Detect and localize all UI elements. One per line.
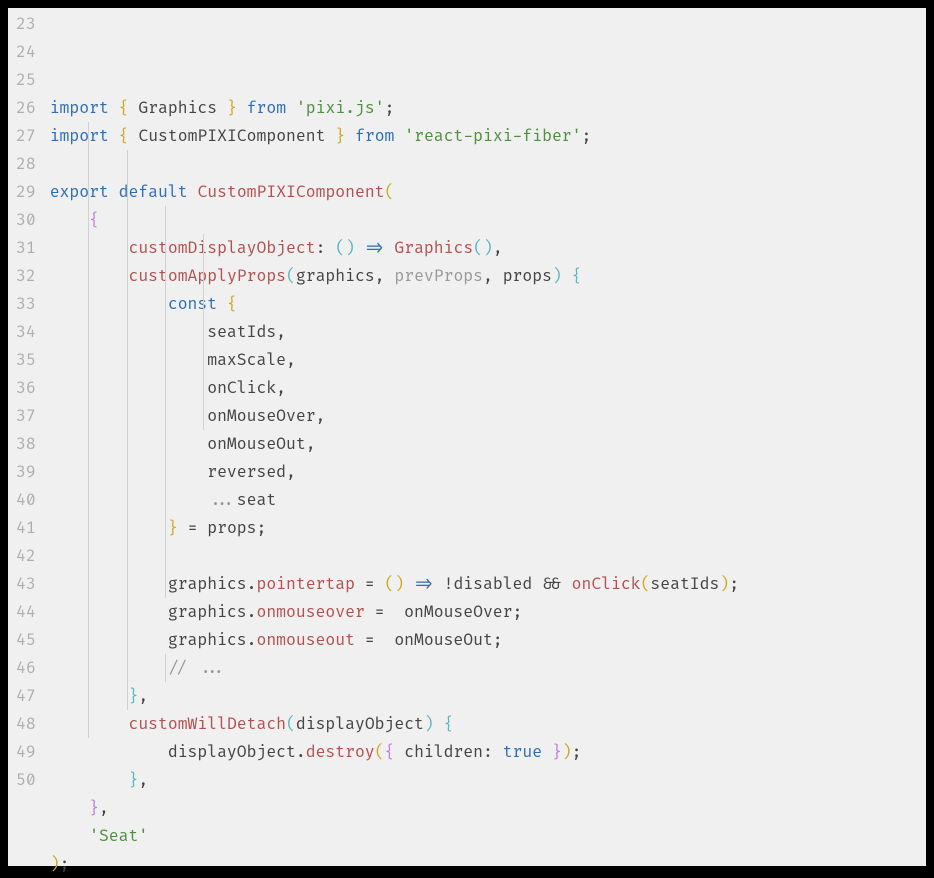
line-number: 38 [16, 430, 36, 458]
line-number: 48 [16, 710, 36, 738]
code-line[interactable]: graphics.onmouseover = onMouseOver; [50, 598, 926, 626]
code-line[interactable]: const { [50, 290, 926, 318]
line-number: 32 [16, 262, 36, 290]
code-line[interactable] [50, 542, 926, 570]
line-number: 50 [16, 766, 36, 794]
line-number: 37 [16, 402, 36, 430]
line-number: 42 [16, 542, 36, 570]
code-line[interactable]: import { CustomPIXIComponent } from 'rea… [50, 122, 926, 150]
code-line[interactable]: }, [50, 794, 926, 822]
line-number: 40 [16, 486, 36, 514]
code-line[interactable]: reversed, [50, 458, 926, 486]
code-line[interactable]: } = props; [50, 514, 926, 542]
line-number: 43 [16, 570, 36, 598]
line-number: 31 [16, 234, 36, 262]
code-line[interactable]: { [50, 206, 926, 234]
line-number: 26 [16, 94, 36, 122]
line-number: 25 [16, 66, 36, 94]
code-line[interactable]: }, [50, 682, 926, 710]
line-number: 33 [16, 290, 36, 318]
line-number: 47 [16, 682, 36, 710]
line-number: 45 [16, 626, 36, 654]
code-line[interactable] [50, 150, 926, 178]
code-line[interactable]: import { Graphics } from 'pixi.js'; [50, 94, 926, 122]
code-line[interactable]: graphics.onmouseout = onMouseOut; [50, 626, 926, 654]
code-area[interactable]: import { Graphics } from 'pixi.js';impor… [50, 10, 926, 866]
code-line[interactable]: graphics.pointertap = () => !disabled &&… [50, 570, 926, 598]
line-number-gutter: 2324252627282930313233343536373839404142… [8, 10, 50, 866]
code-line[interactable]: displayObject.destroy({ children: true }… [50, 738, 926, 766]
code-line[interactable]: 'Seat' [50, 822, 926, 850]
code-line[interactable]: onMouseOut, [50, 430, 926, 458]
line-number: 49 [16, 738, 36, 766]
line-number: 41 [16, 514, 36, 542]
line-number: 24 [16, 38, 36, 66]
code-line[interactable]: customDisplayObject: () => Graphics(), [50, 234, 926, 262]
line-number: 35 [16, 346, 36, 374]
code-line[interactable]: }, [50, 766, 926, 794]
line-number: 27 [16, 122, 36, 150]
code-line[interactable]: onClick, [50, 374, 926, 402]
line-number: 29 [16, 178, 36, 206]
code-line[interactable]: customApplyProps(graphics, prevProps, pr… [50, 262, 926, 290]
code-line[interactable]: // ... [50, 654, 926, 682]
line-number: 30 [16, 206, 36, 234]
code-line[interactable]: ...seat [50, 486, 926, 514]
code-line[interactable]: customWillDetach(displayObject) { [50, 710, 926, 738]
line-number: 46 [16, 654, 36, 682]
line-number: 39 [16, 458, 36, 486]
line-number: 28 [16, 150, 36, 178]
code-line[interactable]: seatIds, [50, 318, 926, 346]
line-number: 23 [16, 10, 36, 38]
code-line[interactable]: maxScale, [50, 346, 926, 374]
code-editor: 2324252627282930313233343536373839404142… [8, 8, 926, 866]
code-line[interactable]: export default CustomPIXIComponent( [50, 178, 926, 206]
code-line[interactable]: onMouseOver, [50, 402, 926, 430]
line-number: 34 [16, 318, 36, 346]
line-number: 44 [16, 598, 36, 626]
line-number: 36 [16, 374, 36, 402]
